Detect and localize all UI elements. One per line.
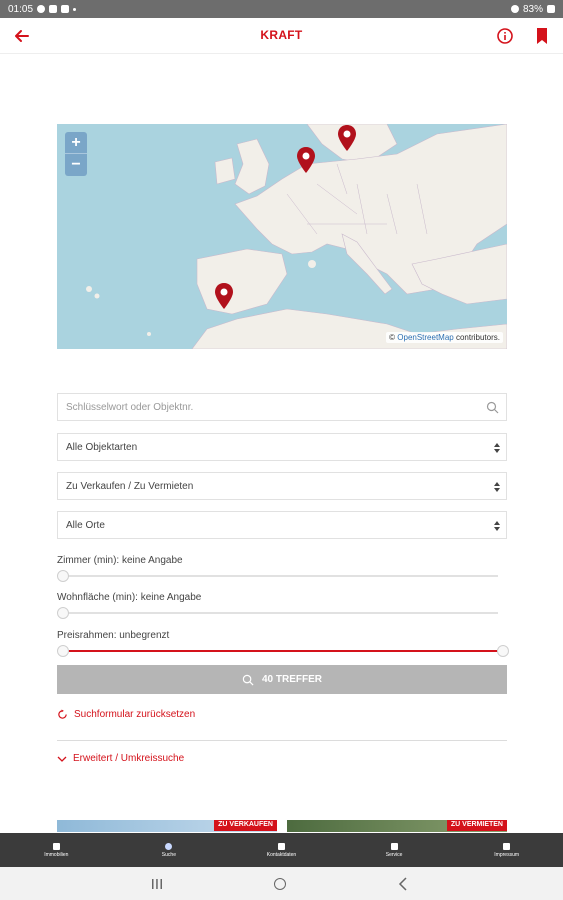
- openstreetmap-link[interactable]: OpenStreetMap: [397, 333, 453, 342]
- sale-teaser[interactable]: ZU VERKAUFEN: [57, 820, 277, 832]
- nav-label: Suche: [161, 851, 176, 858]
- map-marker-icon[interactable]: [296, 146, 316, 174]
- bookmark-icon[interactable]: [535, 27, 549, 45]
- search-icon: [165, 842, 173, 850]
- document-icon: [503, 842, 511, 850]
- cloud-icon: [61, 5, 70, 13]
- nav-label: Impressum: [494, 851, 520, 858]
- search-input[interactable]: Schlüsselwort oder Objektnr.: [57, 393, 507, 421]
- system-navigation-bar: [0, 867, 563, 900]
- price-slider-max-thumb[interactable]: [497, 645, 509, 657]
- app-title: KRAFT: [260, 28, 303, 42]
- divider: [57, 740, 507, 741]
- map-marker-icon[interactable]: [214, 282, 234, 310]
- attribution-suffix: contributors.: [453, 333, 500, 342]
- settings-icon: [37, 5, 46, 13]
- price-slider-min-thumb[interactable]: [57, 645, 69, 657]
- select-arrows-icon: [494, 482, 500, 492]
- rent-badge: ZU VERMIETEN: [446, 820, 507, 831]
- advanced-search-link[interactable]: Erweitert / Umkreissuche: [57, 753, 184, 764]
- nav-label: Kontaktdaten: [266, 851, 297, 858]
- contact-icon: [277, 842, 285, 850]
- offer-type-value: Zu Verkaufen / Zu Vermieten: [66, 480, 194, 492]
- map-tiles: [57, 124, 507, 349]
- nav-item-service[interactable]: Service: [338, 833, 451, 867]
- recent-apps-icon[interactable]: [151, 879, 163, 889]
- search-icon: [486, 401, 499, 414]
- rent-teaser[interactable]: ZU VERMIETEN: [287, 820, 507, 832]
- system-back-icon[interactable]: [398, 877, 408, 891]
- location-value: Alle Orte: [66, 519, 105, 531]
- area-label: Wohnfläche (min): keine Angabe: [57, 592, 202, 603]
- zoom-out-button[interactable]: −: [65, 154, 87, 176]
- rooms-label: Zimmer (min): keine Angabe: [57, 555, 183, 566]
- offer-type-select[interactable]: Zu Verkaufen / Zu Vermieten: [57, 472, 507, 500]
- map[interactable]: + − © OpenStreetMap contributors.: [57, 124, 507, 349]
- property-type-select[interactable]: Alle Objektarten: [57, 433, 507, 461]
- status-bar: 01:05 83%: [0, 0, 563, 18]
- battery-icon: [547, 5, 555, 13]
- image-icon: [49, 5, 58, 13]
- bottom-navigation: Immobilien Suche Kontaktdaten Service Im…: [0, 833, 563, 867]
- info-icon: [390, 842, 398, 850]
- zoom-in-button[interactable]: +: [65, 132, 87, 154]
- nav-item-immobilien[interactable]: Immobilien: [0, 833, 113, 867]
- refresh-icon: [58, 709, 67, 719]
- status-time: 01:05: [8, 3, 34, 15]
- zoom-control: + −: [65, 132, 87, 176]
- home-button-icon[interactable]: [274, 878, 286, 890]
- reset-form-link[interactable]: Suchformular zurücksetzen: [57, 709, 195, 720]
- nav-item-impressum[interactable]: Impressum: [450, 833, 563, 867]
- info-icon[interactable]: [496, 27, 514, 45]
- app-bar: KRAFT: [0, 18, 563, 54]
- price-slider-track[interactable]: [62, 650, 498, 652]
- area-slider-thumb[interactable]: [57, 607, 69, 619]
- sale-badge: ZU VERKAUFEN: [214, 820, 277, 831]
- map-marker-icon[interactable]: [337, 124, 357, 152]
- home-icon: [52, 842, 60, 850]
- search-icon: [242, 674, 254, 686]
- map-attribution: © OpenStreetMap contributors.: [386, 332, 503, 343]
- nav-label: Service: [385, 851, 403, 858]
- wifi-icon: [510, 5, 519, 13]
- dot-icon: [73, 7, 77, 11]
- reset-form-label: Suchformular zurücksetzen: [74, 709, 196, 720]
- nav-item-suche[interactable]: Suche: [113, 833, 226, 867]
- select-arrows-icon: [494, 521, 500, 531]
- results-count-label: 40 TREFFER: [261, 674, 322, 685]
- advanced-search-label: Erweitert / Umkreissuche: [73, 753, 185, 764]
- rooms-slider-track[interactable]: [62, 575, 498, 577]
- location-select[interactable]: Alle Orte: [57, 511, 507, 539]
- nav-item-kontaktdaten[interactable]: Kontaktdaten: [225, 833, 338, 867]
- search-placeholder: Schlüsselwort oder Objektnr.: [66, 401, 194, 413]
- results-button[interactable]: 40 TREFFER: [57, 665, 507, 694]
- chevron-down-icon: [57, 756, 67, 762]
- battery-percent: 83%: [522, 3, 543, 15]
- price-label: Preisrahmen: unbegrenzt: [57, 630, 170, 641]
- property-type-value: Alle Objektarten: [66, 441, 138, 453]
- nav-label: Immobilien: [44, 851, 69, 858]
- rooms-slider-thumb[interactable]: [57, 570, 69, 582]
- area-slider-track[interactable]: [62, 612, 498, 614]
- select-arrows-icon: [494, 443, 500, 453]
